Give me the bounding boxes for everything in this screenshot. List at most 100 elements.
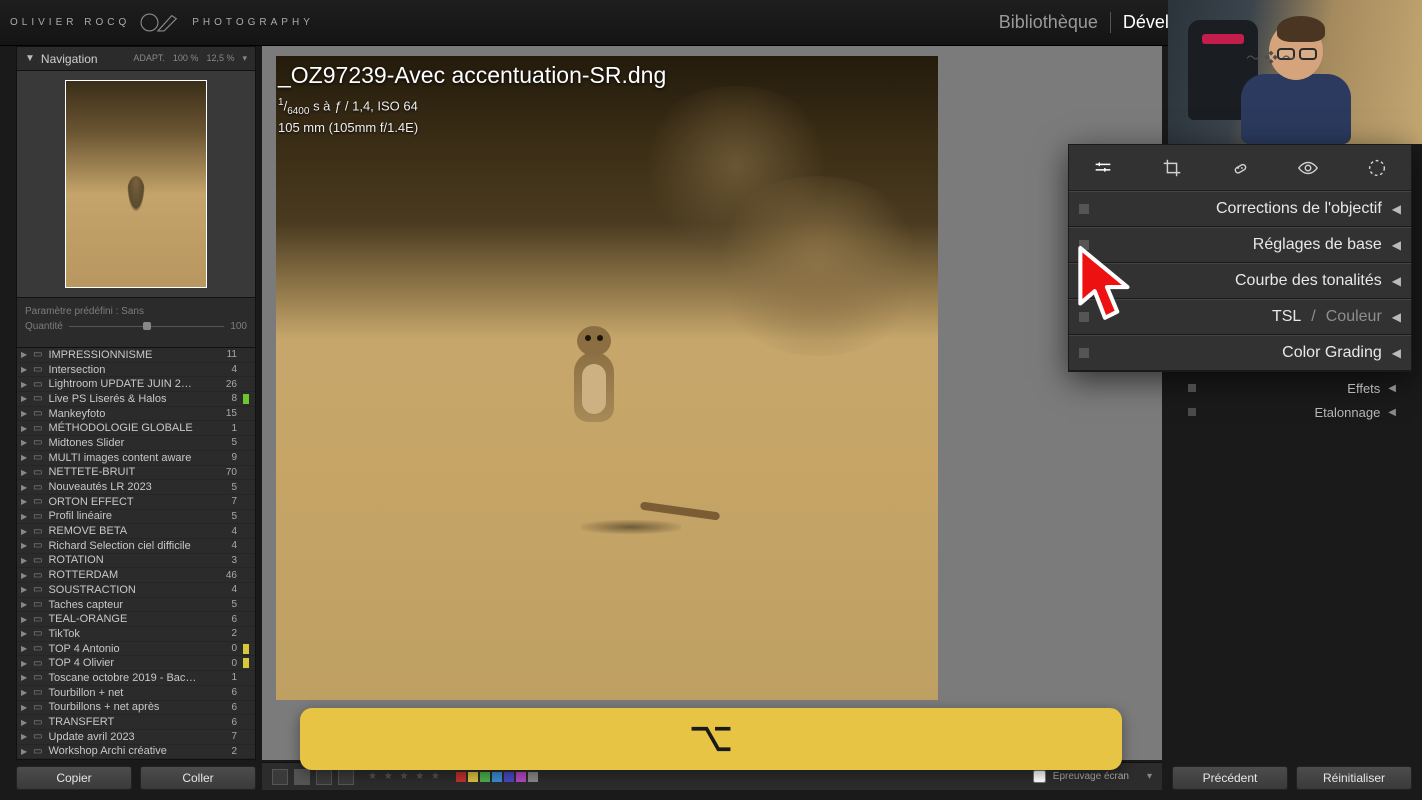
develop-panel-header[interactable]: Color Grading◀: [1069, 335, 1411, 371]
folder-icon: ▭: [33, 702, 42, 713]
preset-count: 46: [226, 570, 241, 581]
soft-proof-checkbox[interactable]: [1033, 770, 1046, 783]
disclosure-left-icon: ◀: [1392, 238, 1401, 252]
navigator-header[interactable]: ▼ Navigation ADAPT. 100 % 12,5 % ▾: [16, 46, 256, 70]
folder-icon: ▭: [33, 628, 42, 639]
panel-toggle-icon[interactable]: [1079, 276, 1089, 286]
develop-panel-header[interactable]: Courbe des tonalités◀: [1069, 263, 1411, 299]
edit-indicator: [243, 511, 249, 521]
edit-indicator: [243, 732, 249, 742]
navigator-preview[interactable]: [16, 70, 256, 298]
paste-button[interactable]: Coller: [140, 766, 256, 790]
preset-folder[interactable]: ▶▭Richard Selection ciel difficile4: [17, 539, 255, 554]
grid-view-icon[interactable]: [272, 769, 288, 785]
color-swatch[interactable]: [528, 772, 538, 782]
preset-folder[interactable]: ▶▭ROTTERDAM46: [17, 568, 255, 583]
preset-name: NETTETE-BRUIT: [48, 466, 135, 478]
preset-folder[interactable]: ▶▭ROTATION3: [17, 554, 255, 569]
chevron-down-icon[interactable]: ▾: [1147, 771, 1152, 782]
color-label-swatches[interactable]: [456, 772, 538, 782]
preset-folder[interactable]: ▶▭MULTI images content aware9: [17, 451, 255, 466]
preset-folder[interactable]: ▶▭Toscane octobre 2019 - Bac…1: [17, 671, 255, 686]
preset-folder[interactable]: ▶▭TOP 4 Olivier0: [17, 656, 255, 671]
zoom-controls[interactable]: ADAPT. 100 % 12,5 % ▾: [133, 53, 247, 64]
preset-folder[interactable]: ▶▭TRANSFERT6: [17, 715, 255, 730]
zoom-100[interactable]: 100 %: [173, 53, 199, 64]
preset-folder[interactable]: ▶▭Taches capteur5: [17, 598, 255, 613]
preset-folder[interactable]: ▶▭Tourbillon + net6: [17, 686, 255, 701]
preset-folder[interactable]: ▶▭SOUSTRACTION4: [17, 583, 255, 598]
preset-count: 4: [231, 540, 241, 551]
color-swatch[interactable]: [504, 772, 514, 782]
previous-button[interactable]: Précédent: [1172, 766, 1288, 790]
develop-panels-highlight: Corrections de l'objectif◀Réglages de ba…: [1068, 144, 1412, 372]
zoom-custom[interactable]: 12,5 %: [206, 53, 234, 64]
preset-folder[interactable]: ▶▭Intersection4: [17, 363, 255, 378]
edit-indicator: [243, 541, 249, 551]
copy-button[interactable]: Copier: [16, 766, 132, 790]
amount-label: Quantité: [25, 321, 63, 332]
preset-folder[interactable]: ▶▭Live PS Liserés & Halos8: [17, 392, 255, 407]
develop-panel-header[interactable]: Effets◀: [1178, 376, 1406, 400]
panel-toggle-icon[interactable]: [1079, 204, 1089, 214]
preset-list[interactable]: ▶▭IMPRESSIONNISME11▶▭Intersection4▶▭Ligh…: [16, 348, 256, 760]
amount-value: 100: [230, 321, 247, 332]
disclosure-down-icon: ▼: [25, 53, 35, 64]
loupe-view-icon[interactable]: [294, 769, 310, 785]
webcam-overlay: [1168, 0, 1422, 144]
panel-toggle-icon[interactable]: [1079, 348, 1089, 358]
masking-tool-icon[interactable]: [1364, 155, 1390, 181]
preset-folder[interactable]: ▶▭REMOVE BETA4: [17, 524, 255, 539]
disclosure-right-icon: ▶: [21, 732, 29, 741]
color-swatch[interactable]: [480, 772, 490, 782]
panel-toggle-icon[interactable]: [1188, 384, 1196, 392]
color-swatch[interactable]: [492, 772, 502, 782]
folder-icon: ▭: [33, 599, 42, 610]
healing-tool-icon[interactable]: [1227, 155, 1253, 181]
reset-button[interactable]: Réinitialiser: [1296, 766, 1412, 790]
disclosure-down-icon[interactable]: ▾: [242, 53, 247, 64]
preset-folder[interactable]: ▶▭Update avril 20237: [17, 730, 255, 745]
main-photo[interactable]: [276, 56, 938, 700]
preset-folder[interactable]: ▶▭TOP 4 Antonio0: [17, 642, 255, 657]
survey-view-icon[interactable]: [338, 769, 354, 785]
amount-slider[interactable]: [69, 319, 225, 333]
zoom-fit[interactable]: ADAPT.: [133, 53, 165, 64]
preset-folder[interactable]: ▶▭Tourbillons + net après6: [17, 701, 255, 716]
color-swatch[interactable]: [456, 772, 466, 782]
develop-panel-header[interactable]: Corrections de l'objectif◀: [1069, 191, 1411, 227]
preset-count: 6: [231, 687, 241, 698]
preset-folder[interactable]: ▶▭MÉTHODOLOGIE GLOBALE1: [17, 421, 255, 436]
develop-panels-rest: Effets◀Etalonnage◀ ～ ❖ ～: [1178, 376, 1406, 424]
panel-toggle-icon[interactable]: [1188, 408, 1196, 416]
crop-tool-icon[interactable]: [1159, 155, 1185, 181]
preset-count: 11: [227, 349, 241, 360]
redeye-tool-icon[interactable]: [1295, 155, 1321, 181]
rating-stars[interactable]: ★ ★ ★ ★ ★: [368, 771, 442, 782]
preset-folder[interactable]: ▶▭Mankeyfoto15: [17, 407, 255, 422]
edit-tool-icon[interactable]: [1090, 155, 1116, 181]
preset-folder[interactable]: ▶▭IMPRESSIONNISME11: [17, 348, 255, 363]
preset-folder[interactable]: ▶▭ORTON EFFECT7: [17, 495, 255, 510]
preset-folder[interactable]: ▶▭NETTETE-BRUIT70: [17, 466, 255, 481]
module-bibliothèque[interactable]: Bibliothèque: [987, 12, 1111, 33]
disclosure-right-icon: ▶: [21, 747, 29, 756]
preset-folder[interactable]: ▶▭TEAL-ORANGE6: [17, 612, 255, 627]
preset-folder[interactable]: ▶▭Lightroom UPDATE JUIN 2…26: [17, 377, 255, 392]
preset-folder[interactable]: ▶▭Nouveautés LR 20235: [17, 480, 255, 495]
preset-folder[interactable]: ▶▭Midtones Slider5: [17, 436, 255, 451]
edit-indicator: [243, 555, 249, 565]
panel-toggle-icon[interactable]: [1079, 312, 1089, 322]
logo-text-right: PHOTOGRAPHY: [192, 17, 314, 28]
develop-panel-header[interactable]: Réglages de base◀: [1069, 227, 1411, 263]
panel-toggle-icon[interactable]: [1079, 240, 1089, 250]
color-swatch[interactable]: [516, 772, 526, 782]
preset-folder[interactable]: ▶▭TikTok2: [17, 627, 255, 642]
develop-panel-header[interactable]: TSL/Couleur◀: [1069, 299, 1411, 335]
develop-panel-header[interactable]: Etalonnage◀: [1178, 400, 1406, 424]
preset-folder[interactable]: ▶▭Profil linéaire5: [17, 510, 255, 525]
compare-view-icon[interactable]: [316, 769, 332, 785]
preset-folder[interactable]: ▶▭Workshop Archi créative2: [17, 745, 255, 760]
soft-proof-label[interactable]: Epreuvage écran: [1033, 770, 1141, 783]
color-swatch[interactable]: [468, 772, 478, 782]
